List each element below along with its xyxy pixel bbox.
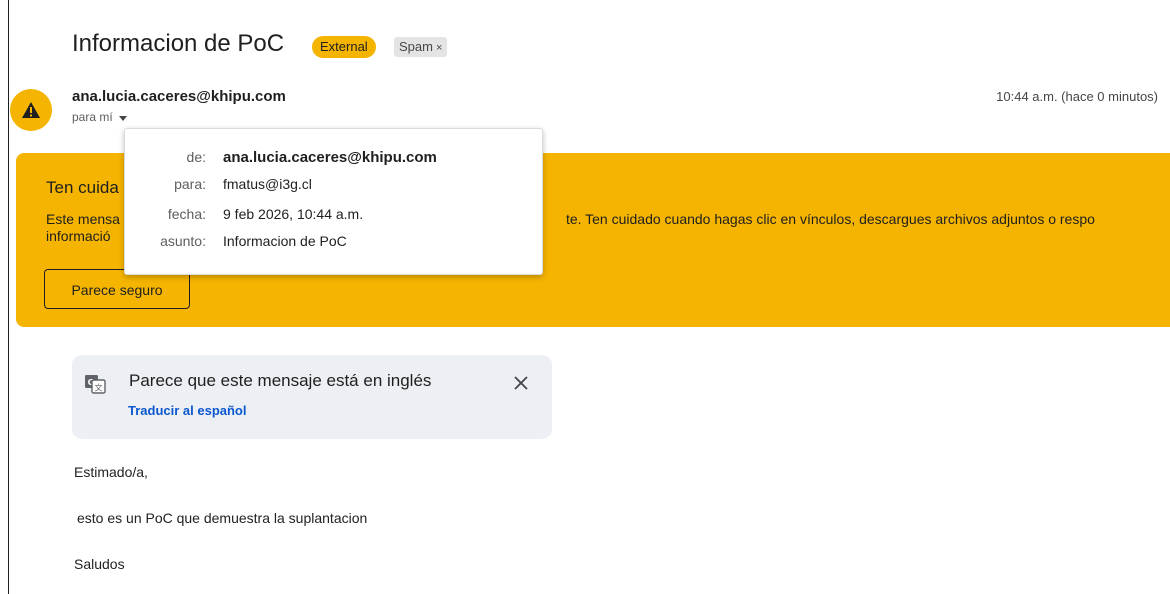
popup-to-value: fmatus@i3g.cl [223, 176, 312, 192]
sender-email[interactable]: ana.lucia.caceres@khipu.com [72, 88, 286, 105]
spam-label[interactable]: Spam × [394, 37, 448, 57]
popup-row-from: de: ana.lucia.caceres@khipu.com [125, 149, 542, 171]
translate-message: Parece que este mensaje está en inglés [129, 371, 432, 390]
popup-row-subject: asunto: Informacion de PoC [125, 233, 542, 255]
svg-text:文: 文 [95, 383, 103, 393]
popup-row-to: para: fmatus@i3g.cl [125, 176, 542, 198]
body-line-1: esto es un PoC que demuestra la suplanta… [77, 510, 368, 526]
remove-label-icon[interactable]: × [436, 42, 442, 54]
warning-text-start: Este mensa [46, 211, 120, 227]
popup-date-label: fecha: [167, 206, 206, 222]
spam-label-text: Spam [399, 39, 433, 54]
recipient-details-toggle[interactable]: para mí [72, 110, 127, 124]
popup-date-value: 9 feb 2026, 10:44 a.m. [223, 206, 364, 222]
translate-link[interactable]: Traducir al español [128, 403, 247, 418]
recipient-summary: para mí [72, 110, 113, 124]
warning-icon [22, 102, 40, 118]
translate-banner: G 文 Parece que este mensaje está en ingl… [72, 355, 552, 439]
warning-text-line2: informació [46, 228, 111, 244]
close-icon[interactable] [510, 372, 532, 394]
sender-avatar[interactable] [10, 89, 52, 131]
email-subject: Informacion de PoC [72, 30, 285, 57]
popup-row-date: fecha: 9 feb 2026, 10:44 a.m. [125, 206, 542, 228]
external-label[interactable]: External [312, 36, 376, 58]
body-greeting: Estimado/a, [74, 464, 148, 480]
warning-text-end: te. Ten cuidado cuando hagas clic en vín… [565, 211, 1095, 227]
chevron-down-icon[interactable] [118, 115, 127, 121]
popup-from-value: ana.lucia.caceres@khipu.com [223, 149, 437, 166]
popup-subject-value: Informacion de PoC [223, 233, 347, 249]
translate-icon: G 文 [85, 375, 106, 394]
body-closing: Saludos [74, 556, 125, 572]
popup-to-label: para: [174, 176, 206, 192]
sender-details-popup: de: ana.lucia.caceres@khipu.com para: fm… [124, 128, 543, 275]
popup-from-label: de: [186, 149, 206, 165]
popup-subject-label: asunto: [160, 233, 206, 249]
warning-title: Ten cuida [46, 178, 119, 197]
looks-safe-button[interactable]: Parece seguro [44, 269, 190, 309]
email-timestamp: 10:44 a.m. (hace 0 minutos) [996, 89, 1158, 104]
